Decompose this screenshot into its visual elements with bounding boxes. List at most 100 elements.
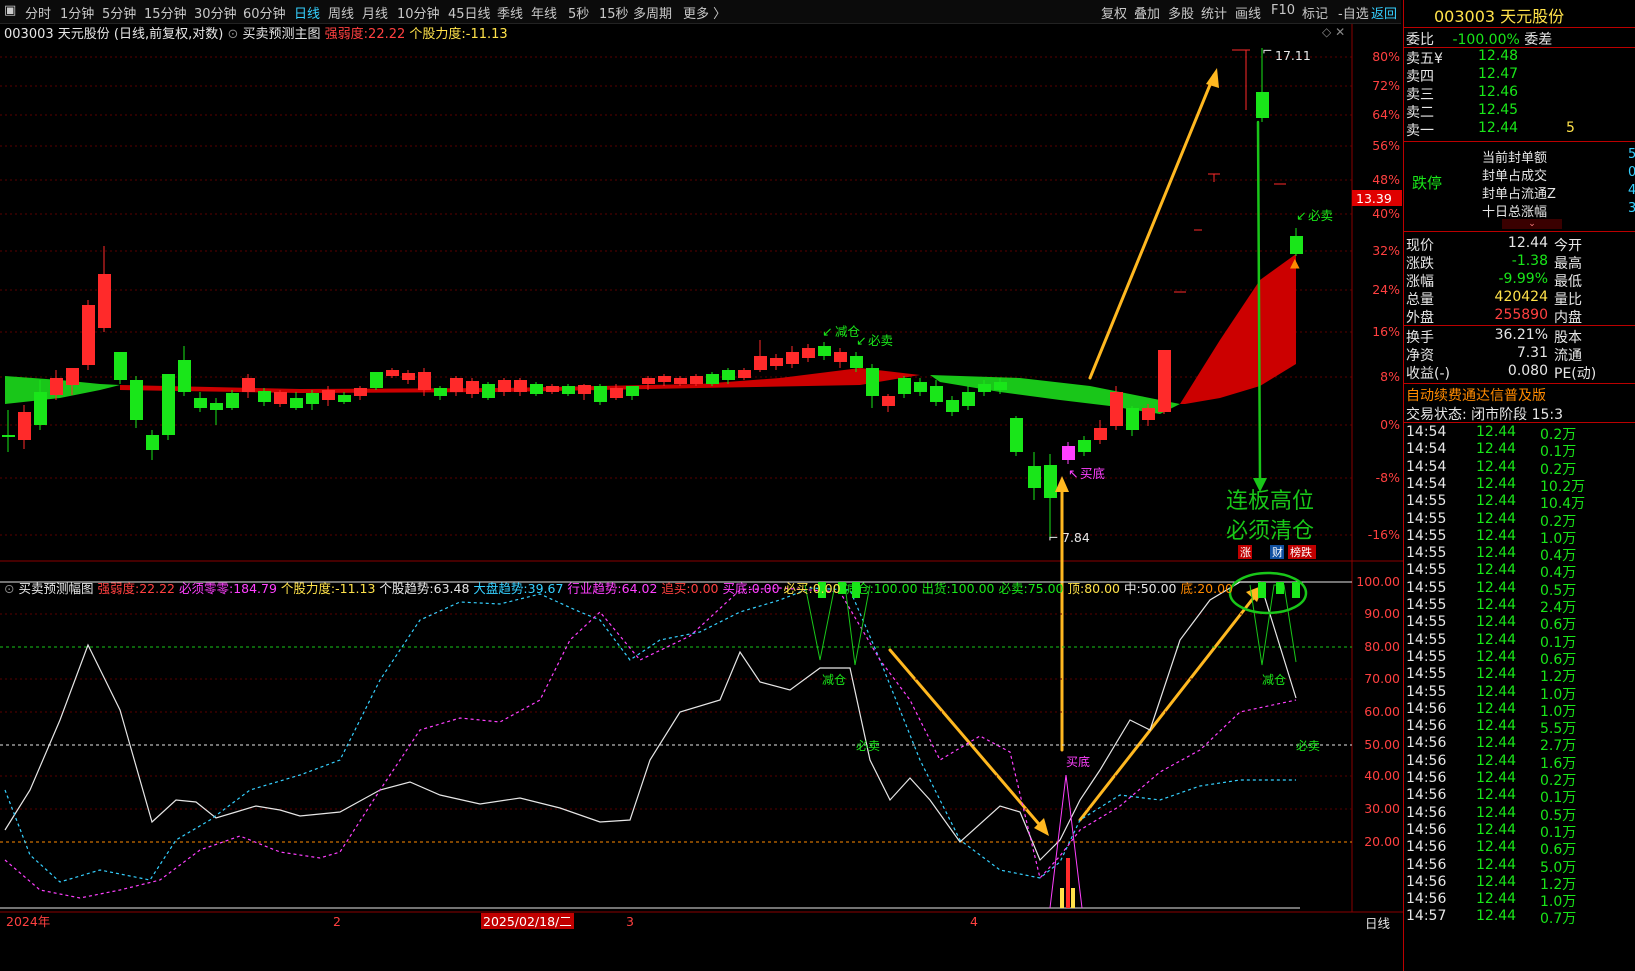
panel-stock-name: 天元股份	[1500, 7, 1565, 26]
candle-body	[386, 370, 399, 376]
sub-axis-tick: 70.00	[1364, 671, 1400, 686]
sub-axis-tick: 20.00	[1364, 834, 1400, 849]
period-tab-10[interactable]: 45日线	[448, 3, 491, 22]
period-tab-1[interactable]: 1分钟	[60, 3, 94, 22]
candle-body	[1110, 392, 1123, 426]
toolbar-button-7[interactable]: -自选	[1338, 3, 1369, 22]
sub-metric-value: 0.00	[690, 581, 719, 596]
fund-row: 换手 36.21% 股本	[1406, 327, 1582, 346]
date-axis: 2024年 2 2025/02/18/二 3 4 日线	[0, 911, 1403, 931]
svg-text:↙: ↙	[822, 324, 832, 339]
quote-panel: 003003 天元股份 委比 -100.00% 委差 卖五¥ 12.48 卖四 12.…	[1403, 0, 1635, 971]
trade-status: 交易状态: 闭市阶段 15:3	[1406, 407, 1564, 423]
chart-canvas[interactable]: 17.11 ⌐ 7.84 ⌐ ↙ 减仓 ↙ 必卖 ↙ 必卖 ↖ 买底 ▲ 连板高…	[0, 0, 1403, 971]
sub-axis-tick: 50.00	[1364, 737, 1400, 752]
tick-row: 14:55 12.44 0.2万	[1406, 510, 1577, 530]
indicator-name[interactable]: 买卖预测主图	[243, 27, 321, 42]
candle-body	[370, 372, 383, 388]
candle-body	[466, 381, 479, 394]
candle-body	[1126, 408, 1139, 430]
main-axis-tick: 64%	[1372, 107, 1400, 122]
svg-text:↖: ↖	[1068, 466, 1078, 481]
candle-body	[994, 382, 1007, 390]
sub-metric-label: 强弱度:	[97, 581, 140, 596]
window-close-icon[interactable]: ✕	[1335, 25, 1345, 39]
main-axis-tick: 40%	[1372, 206, 1400, 221]
buy-bottom-label-sub: 买底	[1066, 754, 1090, 769]
candle-body	[802, 348, 815, 358]
candle-body	[850, 356, 863, 368]
sub-metric-label: 个股力度:	[280, 581, 336, 596]
sub-metric-label: 减仓:	[844, 581, 874, 596]
sub-chart-grid	[0, 581, 1352, 909]
main-chart-grid	[0, 56, 1352, 536]
period-tab-7[interactable]: 周线	[328, 3, 354, 22]
promo-link[interactable]: 自动续费通达信普及版	[1406, 385, 1546, 404]
candle-body	[610, 388, 623, 398]
chart-window-controls[interactable]: ◇ ✕	[1322, 25, 1345, 39]
toolbar-button-5[interactable]: F10	[1271, 3, 1295, 18]
toolbar-button-3[interactable]: 统计	[1201, 3, 1227, 22]
period-tab-16[interactable]: 更多 〉	[683, 3, 726, 22]
sub-chart-lines	[4, 581, 1297, 899]
sub-indicator-name[interactable]: 买卖预测幅图	[18, 581, 93, 596]
sub-metric-label: 必买:	[783, 581, 813, 596]
indicator-dot-icon[interactable]: ⊙	[227, 27, 238, 42]
candle-body	[290, 398, 303, 408]
toolbar-button-4[interactable]: 画线	[1235, 3, 1261, 22]
sub-metric-value: 80.00	[1084, 581, 1120, 596]
main-axis-tick: 0%	[1380, 417, 1400, 432]
toolbar-button-1[interactable]: 叠加	[1134, 3, 1160, 22]
tick-row: 14:56 12.44 2.7万	[1406, 735, 1577, 755]
seal-row: 封单占流通Z 4	[1482, 183, 1635, 202]
stock-trend-line	[4, 581, 1297, 862]
svg-text:2: 2	[333, 914, 341, 929]
period-tab-8[interactable]: 月线	[362, 3, 388, 22]
period-tab-5[interactable]: 60分钟	[243, 3, 286, 22]
period-tab-4[interactable]: 30分钟	[194, 3, 237, 22]
toolbar-button-0[interactable]: 复权	[1101, 3, 1127, 22]
tick-row: 14:55 12.44 10.4万	[1406, 493, 1586, 513]
period-tab-9[interactable]: 10分钟	[397, 3, 440, 22]
collapse-chevron-icon[interactable]: ⌄	[1502, 219, 1562, 229]
period-tab-6[interactable]: 日线	[294, 3, 320, 22]
panel-stock-header: 003003 天元股份	[1434, 3, 1564, 26]
period-tab-2[interactable]: 5分钟	[102, 3, 136, 22]
period-tab-14[interactable]: 15秒	[599, 3, 629, 22]
toolbar-button-8[interactable]: 返回	[1371, 3, 1397, 22]
sub-indicator-dot-icon[interactable]: ⊙	[4, 581, 14, 596]
candle-body	[258, 391, 271, 402]
tick-row: 14:56 12.44 1.0万	[1406, 700, 1577, 720]
current-price-value: 13.39	[1356, 191, 1392, 206]
candle-body	[130, 380, 143, 420]
toolbar-menu-icon[interactable]: ▣	[4, 3, 16, 18]
sub-metric-label: 底:	[1180, 581, 1198, 596]
tick-row: 14:55 12.44 1.0万	[1406, 683, 1577, 703]
candle-body	[162, 374, 175, 435]
candle-body	[722, 370, 735, 380]
period-tab-11[interactable]: 季线	[497, 3, 523, 22]
tick-row: 14:56 12.44 0.1万	[1406, 821, 1577, 841]
fund-row: 收益(-) 0.080 PE(动)	[1406, 363, 1597, 382]
candle-body	[930, 386, 943, 402]
main-axis-tick: 80%	[1372, 49, 1400, 64]
period-tab-3[interactable]: 15分钟	[144, 3, 187, 22]
period-tab-13[interactable]: 5秒	[568, 3, 589, 22]
quote-row: 涨跌 -1.38 最高	[1406, 253, 1582, 272]
window-settings-icon[interactable]: ◇	[1322, 25, 1331, 39]
high-price-label: 17.11	[1275, 48, 1311, 63]
toolbar-button-2[interactable]: 多股	[1168, 3, 1194, 22]
main-axis-tick: 8%	[1380, 369, 1400, 384]
period-tab-15[interactable]: 多周期	[633, 3, 672, 22]
force-value: -11.13	[465, 27, 508, 42]
seal-row: 当前封单额55	[1482, 147, 1635, 166]
candle-body	[1044, 465, 1057, 498]
tick-row: 14:56 12.44 0.6万	[1406, 839, 1577, 859]
main-chart-header: 003003 天元股份 (日线,前复权,对数) ⊙ 买卖预测主图 强弱度:22.…	[4, 27, 508, 42]
seal-row: 封单占成交0.	[1482, 165, 1635, 184]
candle-body	[594, 386, 607, 402]
period-tab-12[interactable]: 年线	[531, 3, 557, 22]
tick-row: 14:55 12.44 0.4万	[1406, 545, 1577, 565]
toolbar-button-6[interactable]: 标记	[1302, 3, 1328, 22]
period-tab-0[interactable]: 分时	[25, 3, 51, 22]
